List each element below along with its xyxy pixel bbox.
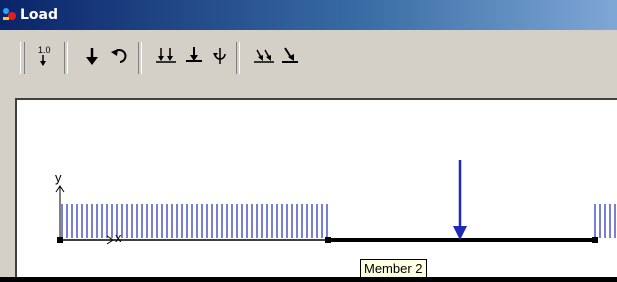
title-bar[interactable]: Load xyxy=(0,0,617,30)
model-canvas[interactable]: y x xyxy=(15,98,617,277)
app-icon xyxy=(3,8,16,20)
uniform-load-icon xyxy=(254,49,274,63)
inclined-load-icon xyxy=(282,47,298,63)
member-tooltip: Member 2 xyxy=(360,259,427,278)
uniform-load-button[interactable] xyxy=(252,44,276,68)
y-axis-label: y xyxy=(55,170,62,185)
toolbar-separator xyxy=(64,42,68,74)
point-load-on-member-icon xyxy=(186,47,202,62)
toolbar-grip[interactable] xyxy=(20,42,25,74)
point-load-arrow-icon xyxy=(86,48,98,65)
moment-button[interactable] xyxy=(108,44,132,68)
load-value-label: 1.0 xyxy=(38,45,51,55)
node-3[interactable] xyxy=(592,237,598,243)
point-load[interactable] xyxy=(453,160,467,240)
inclined-load-button[interactable] xyxy=(278,44,302,68)
toolbar-separator xyxy=(236,42,240,74)
load-value-button[interactable]: 1.0 xyxy=(34,44,58,68)
concentrated-moment-button[interactable] xyxy=(208,44,232,68)
distributed-load-left[interactable] xyxy=(61,204,328,238)
toolbar-separator xyxy=(138,42,142,74)
distributed-load-icon xyxy=(156,48,176,63)
structure-drawing: y x xyxy=(55,160,617,245)
distributed-load-button[interactable] xyxy=(154,44,178,68)
moment-icon xyxy=(111,49,127,63)
load-value-icon: 1.0 xyxy=(38,45,51,66)
x-axis-label: x xyxy=(115,230,122,245)
point-load-on-member-button[interactable] xyxy=(182,44,206,68)
concentrated-moment-on-member-icon xyxy=(213,48,226,64)
node-2[interactable] xyxy=(325,237,331,243)
point-load-button[interactable] xyxy=(80,44,104,68)
load-window: Load 1.0 y x Member 2 xyxy=(0,0,617,278)
toolbar: 1.0 xyxy=(0,30,617,98)
distributed-load-right[interactable] xyxy=(594,204,617,238)
window-title: Load xyxy=(20,7,59,23)
